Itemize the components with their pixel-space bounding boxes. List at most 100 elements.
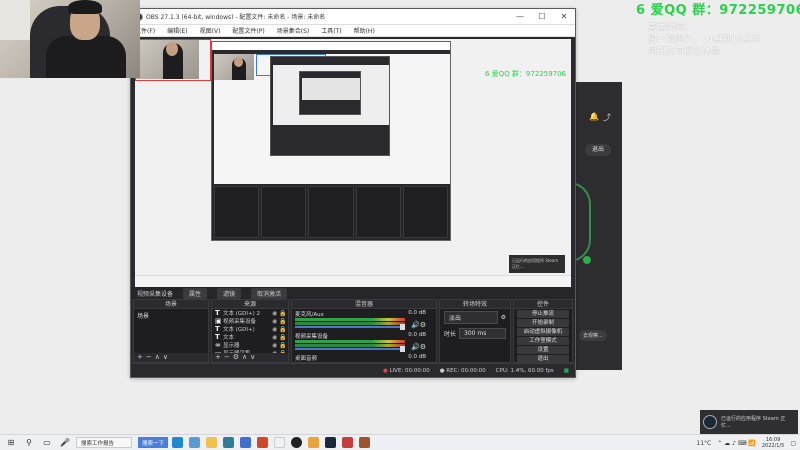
- app-icon[interactable]: [240, 437, 252, 448]
- menu-tools[interactable]: 工具(T): [321, 26, 341, 35]
- current-source-label: 视频采集设备: [137, 290, 174, 298]
- transition-settings-icon[interactable]: ⚙: [501, 314, 506, 321]
- speaker-gear-icon[interactable]: 🔊⚙: [411, 343, 426, 351]
- rec-label: REC:: [446, 367, 460, 374]
- taskbar-search-input[interactable]: 搜索工作报告: [76, 437, 132, 448]
- steam-taskbar-icon[interactable]: [325, 437, 337, 448]
- start-recording-button[interactable]: 开始录制: [517, 319, 569, 327]
- virtual-camera-button[interactable]: 启动虚拟摄像机: [517, 328, 569, 336]
- obs-taskbar-icon[interactable]: [291, 437, 303, 448]
- obs-preview[interactable]: 6 爱QQ 群：972259706 已运行的应用程序 Steam 正忙...: [135, 39, 571, 287]
- bottom-action-button[interactable]: 去观察...: [579, 330, 607, 341]
- folder-icon[interactable]: [206, 437, 218, 448]
- share-icon[interactable]: ⤴: [603, 112, 611, 123]
- slider-handle[interactable]: [400, 324, 405, 330]
- channel-db: 0.0 dB: [408, 310, 426, 316]
- live-time: 00:00:00: [405, 367, 430, 374]
- scene-item[interactable]: 场景: [134, 309, 208, 322]
- stop-streaming-button[interactable]: 停止推流: [517, 310, 569, 318]
- app-icon[interactable]: [223, 437, 235, 448]
- selection-box: [135, 39, 211, 81]
- clock[interactable]: 16:09 2022/1/5: [762, 437, 784, 449]
- live-dot-icon: ●: [382, 367, 388, 374]
- deactivate-button[interactable]: 取消激活: [251, 287, 288, 299]
- speaker-gear-icon[interactable]: 🔊⚙: [411, 321, 426, 329]
- nested-preview-3: [302, 78, 360, 100]
- close-button[interactable]: ✕: [553, 12, 575, 21]
- nested-preview-2: [273, 65, 389, 125]
- minimize-button[interactable]: —: [509, 12, 531, 21]
- app-icon[interactable]: [308, 437, 320, 448]
- toast-text: 已运行的应用程序 Steam 正忙...: [721, 416, 786, 429]
- stream-health-icon: ■: [563, 367, 569, 374]
- volume-slider[interactable]: [295, 348, 405, 350]
- windows-taskbar: ⊞ ⚲ ▭ 🎤 搜索工作报告 搜索一下 11°C ⌃ ☁ ♪ ⌨ 📶 16:09…: [0, 434, 800, 450]
- obs-statusbar: ● LIVE: 00:00:00 ● REC: 00:00:00 CPU: 1.…: [131, 363, 575, 377]
- sources-header: 来源: [212, 300, 288, 309]
- app-icon[interactable]: [359, 437, 371, 448]
- preview-qq-overlay: 6 爱QQ 群：972259706: [485, 70, 567, 78]
- start-icon[interactable]: ⊞: [4, 437, 18, 449]
- source-toolbar: 视频采集设备 属性 滤镜 取消激活: [131, 287, 575, 299]
- preview-notification: 已运行的应用程序 Steam 正忙...: [509, 255, 565, 273]
- office-icon[interactable]: [257, 437, 269, 448]
- maximize-button[interactable]: ☐: [531, 12, 553, 21]
- obs-menubar: 文件(F) 编辑(E) 视图(V) 配置文件(P) 场景集合(S) 工具(T) …: [131, 25, 575, 37]
- menu-scene-collection[interactable]: 场景集合(S): [277, 26, 310, 35]
- preview-taskbar: [135, 275, 571, 287]
- taskbar-search-chip[interactable]: 搜索一下: [138, 437, 169, 448]
- menu-help[interactable]: 帮助(H): [354, 26, 375, 35]
- filters-button[interactable]: 滤镜: [217, 287, 242, 299]
- duration-label: 时长: [444, 331, 457, 338]
- task-view-icon[interactable]: ▭: [40, 437, 54, 449]
- scenes-dock: 场景 场景 +−∧∨: [133, 299, 209, 363]
- webcam-person-hair: [68, 0, 102, 14]
- menu-profile[interactable]: 配置文件(P): [232, 26, 264, 35]
- nested-preview: [214, 54, 450, 184]
- menu-view[interactable]: 视图(V): [200, 26, 221, 35]
- menu-edit[interactable]: 编辑(E): [167, 26, 187, 35]
- mixer-channel: 桌面音频 0.0 dB: [292, 353, 436, 362]
- steam-toast[interactable]: 已运行的应用程序 Steam 正忙...: [700, 410, 798, 434]
- search-icon[interactable]: ⚲: [22, 437, 36, 449]
- sources-footer[interactable]: +−⚙∧∨: [212, 353, 288, 362]
- source-item[interactable]: ▣ 视频采集设备 ◉ 🔒: [212, 317, 288, 325]
- edge-icon[interactable]: [172, 437, 184, 448]
- volume-slider[interactable]: [295, 326, 405, 328]
- duration-input[interactable]: 300 ms: [459, 328, 506, 339]
- source-item[interactable]: T 文本 (GDI+) 2 ◉ 🔒: [212, 309, 288, 317]
- exit-button[interactable]: 退出: [585, 144, 611, 156]
- exit-button[interactable]: 退出: [517, 355, 569, 362]
- schedule-notes: 直播时间： 周一到周六，14点到18点半 周日及节假日休息: [648, 22, 798, 58]
- weather-text[interactable]: 11°C: [696, 440, 711, 447]
- visibility-lock-icons[interactable]: ◉ 🔒: [272, 326, 288, 333]
- visibility-lock-icons[interactable]: ◉ 🔒: [272, 310, 288, 317]
- webcam-overlay: [0, 0, 140, 78]
- studio-mode-button[interactable]: 工作室模式: [517, 337, 569, 345]
- channel-db: 0.0 dB: [408, 354, 426, 360]
- slider-handle[interactable]: [400, 346, 405, 352]
- controls-header: 控件: [514, 300, 572, 309]
- properties-button[interactable]: 属性: [183, 287, 208, 299]
- schedule-line: 直播时间：: [648, 23, 694, 33]
- mic-icon[interactable]: 🎤: [58, 437, 72, 449]
- source-item[interactable]: ∞ 显示器 ◉ 🔒: [212, 341, 288, 349]
- visibility-lock-icons[interactable]: ◉ 🔒: [272, 318, 288, 325]
- steam-icon: [703, 415, 717, 429]
- source-item[interactable]: T 文本 (GDI+) ◉ 🔒: [212, 325, 288, 333]
- notification-icon[interactable]: ▢: [790, 440, 796, 447]
- app-icon[interactable]: [189, 437, 201, 448]
- chrome-icon[interactable]: [274, 437, 286, 448]
- controls-dock: 控件 停止推流 开始录制 启动虚拟摄像机 工作室模式 设置 退出: [513, 299, 573, 363]
- scenes-footer[interactable]: +−∧∨: [134, 353, 208, 362]
- transition-select[interactable]: 淡出: [444, 311, 498, 324]
- bell-icon[interactable]: 🔔: [589, 112, 599, 121]
- tray-icons[interactable]: ⌃ ☁ ♪ ⌨ 📶: [717, 440, 756, 447]
- mixer-header: 混音器: [292, 300, 436, 309]
- visibility-lock-icons[interactable]: ◉ 🔒: [272, 342, 288, 349]
- visibility-lock-icons[interactable]: ◉ 🔒: [272, 334, 288, 341]
- settings-button[interactable]: 设置: [517, 346, 569, 354]
- schedule-line: 周日及节假日休息: [648, 47, 721, 57]
- app-icon[interactable]: [342, 437, 354, 448]
- source-item[interactable]: T 文本 ◉ 🔒: [212, 333, 288, 341]
